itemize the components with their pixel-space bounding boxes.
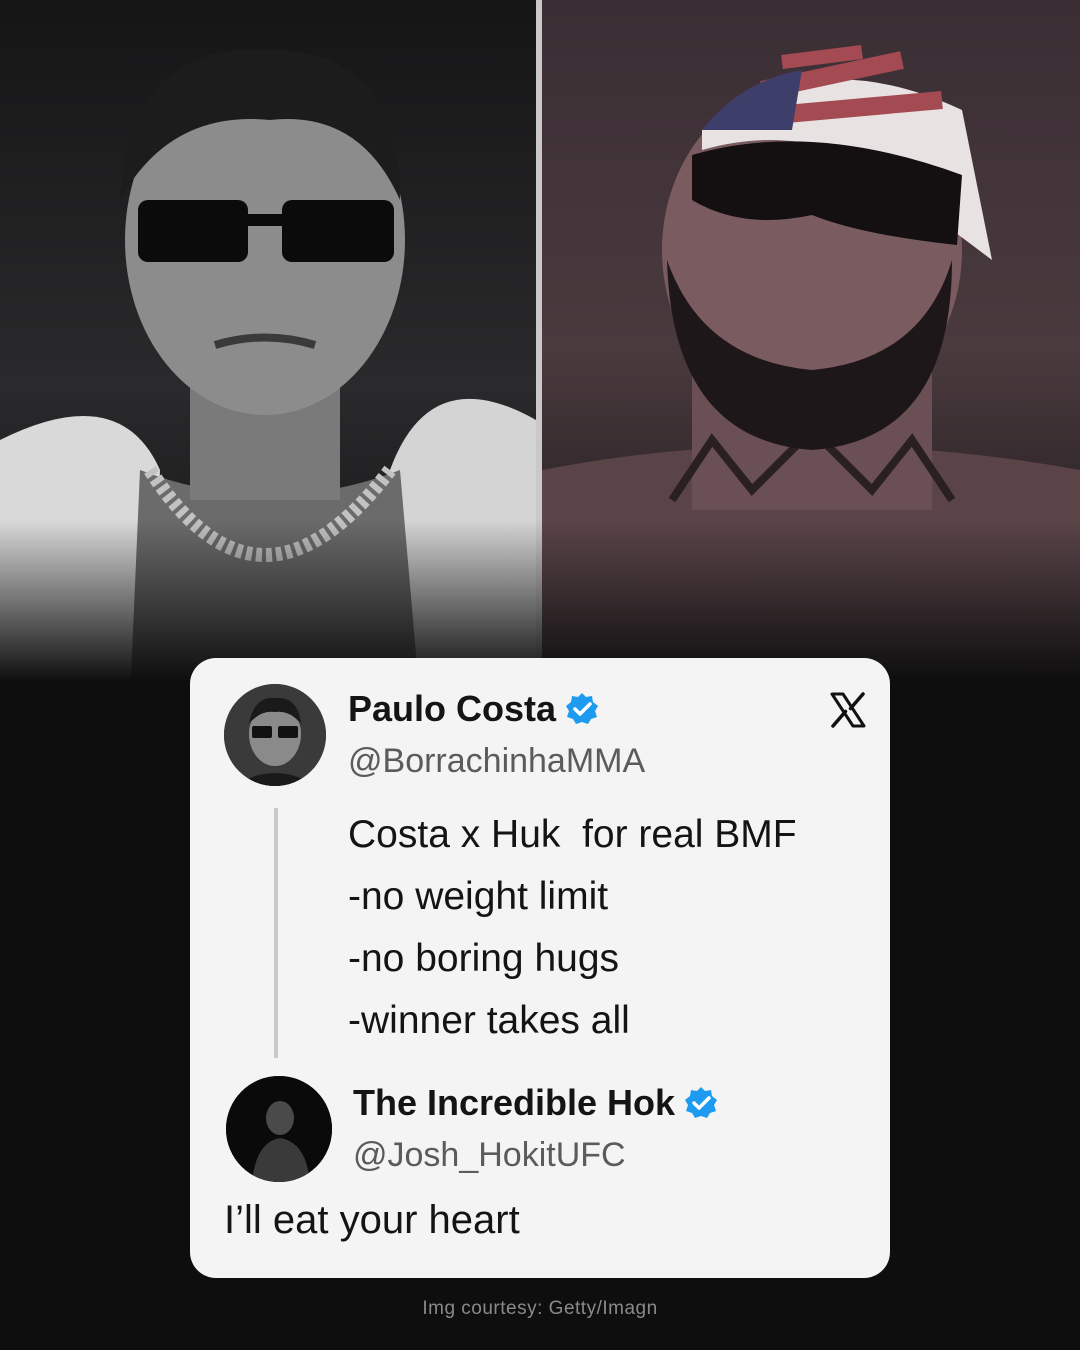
thread-connector-line: [274, 808, 278, 1058]
tweet-card: Paulo Costa @BorrachinhaMMA Costa x Huk …: [190, 658, 890, 1278]
paulo-costa-avatar[interactable]: [224, 684, 326, 786]
reply-author-name-text[interactable]: The Incredible Hok: [353, 1082, 675, 1124]
tweet-text: Costa x Huk for real BMF -no weight limi…: [348, 804, 797, 1052]
x-logo-icon[interactable]: [828, 690, 868, 730]
tweet-line: -no boring hugs: [348, 937, 620, 980]
tweet-line: -winner takes all: [348, 999, 630, 1042]
verified-badge-icon: [566, 693, 599, 724]
header-photos: [0, 0, 1080, 710]
reply-author-handle[interactable]: @Josh_HokitUFC: [353, 1136, 626, 1175]
tweet-author-name-text[interactable]: Paulo Costa: [348, 688, 556, 730]
tweet-author-name[interactable]: Paulo Costa: [348, 688, 600, 730]
image-credit: Img courtesy: Getty/Imagn: [422, 1298, 658, 1319]
reply-text: I’ll eat your heart: [224, 1198, 520, 1242]
tweet-line: Costa x Huk for real BMF: [348, 813, 797, 856]
verified-badge-icon: [685, 1087, 718, 1118]
incredible-hok-avatar[interactable]: [226, 1076, 332, 1182]
tweet-line: -no weight limit: [348, 875, 609, 918]
tweet-author-handle[interactable]: @BorrachinhaMMA: [348, 742, 645, 781]
reply-author-name[interactable]: The Incredible Hok: [353, 1082, 719, 1124]
